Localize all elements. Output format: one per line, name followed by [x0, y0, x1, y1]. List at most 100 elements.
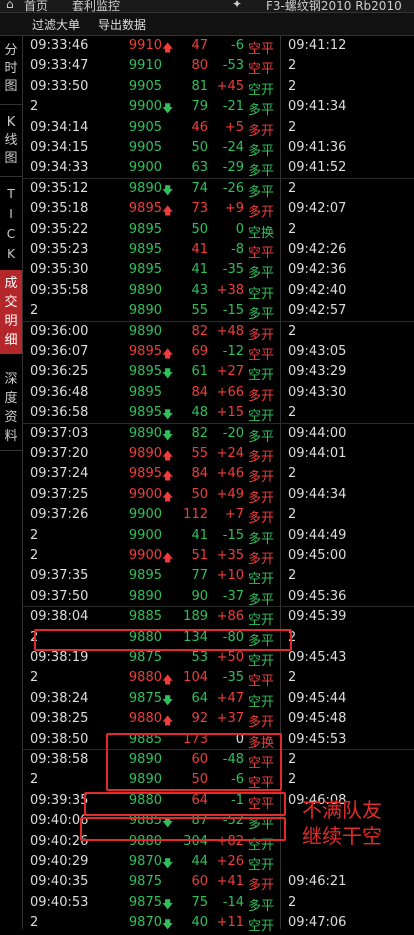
sidebar-item-depth[interactable]: 深度资料 [0, 370, 22, 446]
trade-type: 空开 [248, 409, 275, 425]
instrument-tab[interactable]: F3-螺纹钢2010 Rb2010 [266, 0, 402, 12]
open-interest-change: +5 [224, 119, 244, 135]
right-column-time: 09:41:12 [288, 38, 347, 53]
right-column-time: 09:44:34 [288, 486, 347, 502]
trade-type: 多平 [248, 164, 275, 180]
open-interest-change: -29 [222, 160, 244, 176]
trade-time: 09:37:24 [30, 466, 89, 482]
trade-time: 09:35:23 [30, 242, 89, 257]
trade-type: 空开 [248, 613, 275, 629]
table-row: 09:33:47 9910 80 -53 空平 2 [22, 56, 414, 77]
right-column-time: 09:43:29 [288, 364, 347, 380]
home-tab[interactable]: 首页 [24, 0, 48, 12]
right-column-time: 09:45:00 [288, 548, 347, 563]
arrow-up-icon: 🡅 [162, 673, 174, 687]
pin-icon[interactable]: ✦ [232, 0, 242, 11]
sidebar-item-kline[interactable]: K线图 [0, 114, 22, 172]
group-divider [22, 177, 414, 179]
arrow-up-icon: 🡅 [162, 41, 174, 54]
trade-time: 09:40:35 [30, 874, 89, 890]
open-interest-change: +26 [216, 854, 244, 869]
trade-volume: 50 [191, 486, 208, 502]
trade-price: 9895 [128, 568, 162, 584]
trade-volume: 64 [191, 690, 208, 706]
trade-type: 空平 [248, 348, 275, 363]
trade-time: 09:33:50 [30, 78, 89, 94]
sidebar-item-tick[interactable]: TICK [0, 184, 22, 264]
trade-type: 多平 [248, 531, 275, 547]
right-column-time: 2 [288, 323, 297, 339]
home-icon[interactable]: ⌂ [6, 0, 14, 11]
trade-volume: 41 [191, 527, 208, 543]
trade-price: 9895 [128, 466, 162, 482]
trade-volume: 77 [191, 568, 208, 584]
trade-volume: 69 [191, 344, 208, 359]
trade-price: 9900 [128, 527, 162, 543]
open-interest-change: -21 [222, 99, 244, 115]
right-column-time: 2 [288, 405, 297, 421]
filter-large-orders-button[interactable]: 过滤大单 [32, 16, 80, 33]
right-column-time: 09:45:39 [288, 609, 347, 625]
right-column-time: 2 [288, 507, 297, 523]
right-column-time: 09:46:21 [288, 874, 347, 890]
open-interest-change: -20 [222, 425, 244, 441]
arrow-down-icon: 🡇 [162, 183, 174, 197]
trade-time: 09:40:29 [30, 854, 89, 869]
trade-time: 09:36:48 [30, 384, 89, 400]
table-row: 09:40:29 9870 🡇 44 +26 空开 [22, 852, 414, 873]
trade-volume: 60 [191, 874, 208, 890]
export-data-button[interactable]: 导出数据 [98, 16, 146, 33]
right-column-time: 09:43:30 [288, 384, 347, 400]
trade-price: 9900 [128, 160, 162, 176]
table-row: 09:37:35 9895 77 +10 空开 2 [22, 566, 414, 587]
trade-price: 9880 [128, 711, 162, 727]
trade-volume: 48 [191, 405, 208, 421]
trade-type: 多平 [248, 429, 275, 445]
arrow-down-icon: 🡇 [162, 857, 174, 870]
open-interest-change: -15 [222, 303, 244, 319]
table-row: 09:37:26 9900 112 +7 多开 2 [22, 505, 414, 526]
trade-price: 9905 [128, 140, 162, 155]
sidebar-item-trade-detail[interactable]: 成交明细 [0, 270, 22, 354]
trade-type: 多平 [248, 144, 275, 159]
table-row: 09:35:23 9895 41 -8 空平 09:42:26 [22, 240, 414, 261]
open-interest-change: +15 [216, 405, 244, 421]
open-interest-change: -53 [222, 58, 244, 74]
trade-time: 09:36:58 [30, 405, 89, 421]
trade-time: 09:35:30 [30, 262, 89, 278]
trade-time: 09:38:50 [30, 731, 89, 747]
table-row: 09:37:03 9890 🡇 82 -20 多平 09:44:00 [22, 424, 414, 445]
arbitrage-tab[interactable]: 套利监控 [72, 0, 120, 12]
table-row: 09:36:58 9895 🡇 48 +15 空开 2 [22, 403, 414, 425]
trade-volume: 53 [191, 650, 208, 665]
arrow-down-icon: 🡇 [162, 897, 174, 911]
table-row: 09:36:00 9890 82 +48 多开 2 [22, 322, 414, 343]
trade-type: 多开 [248, 388, 275, 404]
arrow-up-icon: 🡅 [162, 204, 174, 218]
annotation-line-2: 继续干空 [302, 824, 382, 848]
highlight-box-group [106, 733, 282, 791]
right-column-time: 09:42:36 [288, 262, 347, 278]
trade-volume: 55 [191, 303, 208, 319]
open-interest-change: +38 [216, 282, 244, 298]
sidebar-item-label: 深度资料 [4, 372, 18, 444]
trade-type: 空开 [248, 368, 275, 384]
right-column-time: 2 [288, 119, 297, 135]
open-interest-change: -6 [231, 38, 244, 53]
trade-time: 2 [30, 527, 39, 543]
table-row: 2 9870 🡇 40 +11 空开 09:47:06 [22, 913, 414, 934]
right-column-time: 09:44:01 [288, 446, 347, 461]
trade-volume: 73 [191, 201, 208, 217]
trade-time: 09:34:15 [30, 140, 89, 155]
open-interest-change: +41 [216, 874, 244, 890]
open-interest-change: +35 [216, 548, 244, 563]
trade-type: 多开 [248, 878, 275, 894]
right-column-time: 2 [288, 772, 297, 788]
sidebar-item-timeshare[interactable]: 分时图 [0, 40, 22, 100]
trade-time: 2 [30, 772, 39, 788]
trade-price: 9895 [128, 344, 162, 359]
table-row: 09:38:19 9875 53 +50 空开 09:45:43 [22, 648, 414, 669]
trade-time: 09:38:04 [30, 609, 89, 625]
trade-price: 9905 [128, 78, 162, 94]
trade-time: 09:38:24 [30, 690, 89, 706]
